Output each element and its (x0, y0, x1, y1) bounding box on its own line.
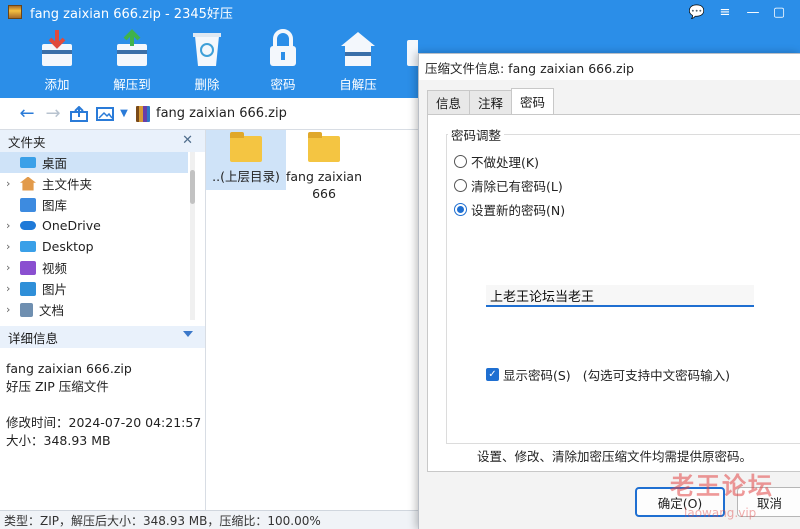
tree-item-documents[interactable]: › 文档 (0, 299, 188, 320)
folder-icon (20, 241, 36, 252)
cloud-icon (20, 221, 36, 230)
chat-icon[interactable]: 💬 (684, 0, 710, 24)
tree-scrollbar[interactable] (190, 152, 195, 320)
left-panel: 文件夹 ✕ 桌面 › 主文件夹 图库 › OneDrive › Desktop (0, 130, 206, 529)
password-note: 设置、修改、清除加密压缩文件均需提供原密码。 (477, 449, 753, 464)
file-item-parent[interactable]: ..(上层目录) (206, 130, 286, 190)
desktop-icon (20, 157, 36, 168)
window-title: fang zaixian 666.zip - 2345好压 (30, 6, 233, 22)
tree-item-onedrive[interactable]: › OneDrive (0, 215, 188, 236)
extract-to-button[interactable]: 解压到 (97, 24, 167, 98)
chevron-right-icon[interactable]: › (6, 240, 18, 253)
file-list: ..(上层目录) fang zaixian 666 (206, 130, 420, 510)
address-bar: ← → ▼ fang zaixian 666.zip (0, 98, 420, 130)
documents-icon (20, 302, 33, 317)
detail-size: 大小：348.93 MB (6, 433, 111, 448)
up-folder-icon[interactable] (66, 101, 92, 127)
chevron-right-icon[interactable]: › (6, 177, 18, 190)
more-tool-button[interactable] (398, 24, 418, 98)
self-extract-button[interactable]: 自解压 (323, 24, 393, 98)
zip-file-icon (136, 105, 150, 122)
close-icon[interactable]: ✕ (182, 133, 193, 148)
folder-icon (230, 132, 262, 162)
maximize-button[interactable]: ▢ (766, 0, 792, 24)
tree-item-home[interactable]: › 主文件夹 (0, 173, 188, 194)
radio-no-change[interactable]: 不做处理(K) (454, 152, 539, 171)
collapse-triangle-icon[interactable] (183, 331, 193, 337)
folder-panel-header: 文件夹 ✕ (0, 130, 205, 152)
view-mode-icon[interactable] (92, 101, 118, 127)
watermark-logo: 老王论坛 (670, 472, 774, 500)
chevron-right-icon[interactable]: › (6, 303, 18, 316)
menu-icon[interactable]: ≡ (712, 0, 738, 24)
tab-info[interactable]: 信息 (427, 90, 471, 114)
tool-icon (398, 28, 418, 68)
radio-circle[interactable] (454, 155, 467, 168)
dialog-title: 压缩文件信息: fang zaixian 666.zip (419, 54, 800, 80)
folder-tree: 桌面 › 主文件夹 图库 › OneDrive › Desktop › 视频 ›… (0, 152, 205, 320)
tab-password[interactable]: 密码 (511, 88, 555, 114)
tree-item-gallery[interactable]: 图库 (0, 194, 188, 215)
delete-icon (186, 28, 228, 68)
folder-icon (308, 132, 340, 162)
password-button[interactable]: 密码 (248, 24, 318, 98)
password-input[interactable] (486, 285, 754, 307)
home-icon (20, 176, 36, 191)
tree-item-desktop[interactable]: 桌面 (0, 152, 188, 173)
chevron-right-icon[interactable]: › (6, 282, 18, 295)
extract-icon (111, 28, 153, 68)
dialog-tabs: 信息 注释 密码 (427, 88, 555, 114)
show-password-checkbox[interactable]: ✓ 显示密码(S) (勾选可支持中文密码输入) (486, 365, 730, 384)
file-item-folder[interactable]: fang zaixian 666 (284, 130, 364, 202)
detail-filetype: 好压 ZIP 压缩文件 (6, 379, 109, 394)
lock-icon (262, 28, 304, 68)
group-title: 密码调整 (448, 125, 505, 144)
tree-item-videos[interactable]: › 视频 (0, 257, 188, 278)
details-panel-header[interactable]: 详细信息 (0, 326, 205, 348)
chevron-right-icon[interactable]: › (6, 261, 18, 274)
breadcrumb[interactable]: fang zaixian 666.zip (136, 105, 287, 122)
radio-clear-password[interactable]: 清除已有密码(L) (454, 176, 563, 195)
status-bar: 类型：ZIP，解压后大小：348.93 MB，压缩比：100.00% (0, 510, 420, 529)
delete-button[interactable]: 删除 (172, 24, 242, 98)
view-dropdown-icon[interactable]: ▼ (118, 101, 130, 127)
add-button[interactable]: 添加 (22, 24, 92, 98)
checkmark-icon[interactable]: ✓ (486, 368, 499, 381)
tab-comment[interactable]: 注释 (469, 90, 513, 114)
password-tab-panel: 密码调整 不做处理(K) 清除已有密码(L) 设置新的密码(N) ✓ 显示密码(… (427, 114, 800, 472)
app-icon (8, 5, 22, 19)
details-panel: fang zaixian 666.zip 好压 ZIP 压缩文件 修改时间：20… (6, 360, 201, 450)
tree-item-desktop-folder[interactable]: › Desktop (0, 236, 188, 257)
detail-filename: fang zaixian 666.zip (6, 361, 132, 376)
scrollbar-thumb[interactable] (190, 170, 195, 204)
radio-circle-selected[interactable] (454, 203, 467, 216)
tree-item-pictures[interactable]: › 图片 (0, 278, 188, 299)
gallery-icon (20, 197, 36, 212)
chevron-right-icon[interactable]: › (6, 219, 18, 232)
title-bar: fang zaixian 666.zip - 2345好压 💬 ≡ — ▢ (0, 0, 800, 24)
back-arrow-icon[interactable]: ← (14, 101, 40, 127)
radio-circle[interactable] (454, 179, 467, 192)
minimize-button[interactable]: — (740, 0, 766, 24)
show-password-note: (勾选可支持中文密码输入) (582, 368, 730, 383)
watermark-url: laowang.vip (684, 506, 757, 520)
detail-modified: 修改时间：2024-07-20 04:21:57 (6, 415, 202, 430)
archive-info-dialog: 压缩文件信息: fang zaixian 666.zip 信息 注释 密码 密码… (418, 53, 800, 529)
self-extract-icon (337, 28, 379, 68)
pictures-icon (20, 281, 36, 296)
radio-set-new-password[interactable]: 设置新的密码(N) (454, 200, 565, 219)
add-icon (36, 28, 78, 68)
video-icon (20, 260, 36, 275)
forward-arrow-icon[interactable]: → (40, 101, 66, 127)
